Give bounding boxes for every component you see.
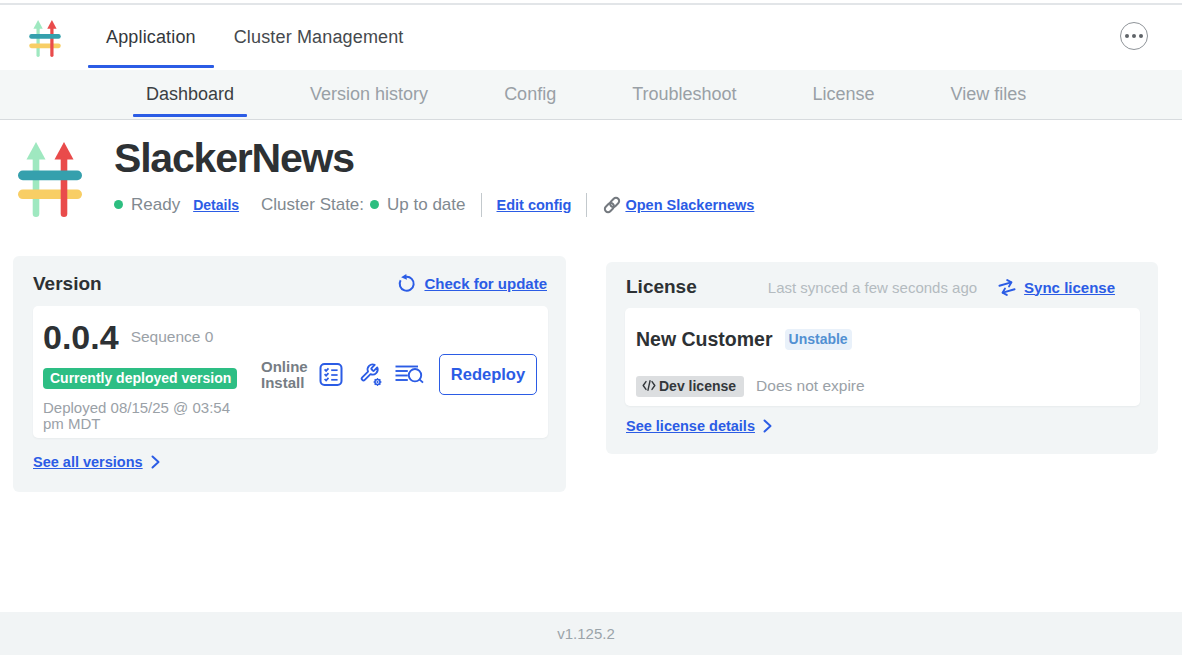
customer-name: New Customer (636, 328, 773, 351)
current-version-panel: 0.0.4 Sequence 0 Currently deployed vers… (33, 306, 548, 438)
app-status-dot (114, 200, 123, 209)
version-card-title: Version (33, 273, 102, 295)
code-icon (642, 380, 656, 391)
view-logs-icon[interactable] (395, 362, 424, 387)
subnav-tab-config[interactable]: Config (491, 70, 569, 119)
deployed-badge: Currently deployed version (43, 368, 237, 389)
license-card-title: License (626, 276, 697, 298)
page: Application Cluster Management Dashboard… (0, 0, 1182, 655)
slackernews-app-logo (18, 142, 82, 217)
console-version: v1.125.2 (557, 625, 615, 642)
see-all-versions-link[interactable]: See all versions (33, 454, 143, 470)
cluster-state-value: Up to date (387, 195, 465, 215)
nav-tab-label: Cluster Management (234, 27, 404, 48)
see-license-details-link[interactable]: See license details (626, 418, 755, 434)
subnav-tab-dashboard[interactable]: Dashboard (133, 70, 247, 119)
version-card-header: Version Check for update (13, 256, 566, 296)
more-menu-button[interactable] (1120, 22, 1148, 50)
license-card: License Last synced a few seconds ago (606, 262, 1158, 454)
edit-config-icon[interactable] (359, 362, 383, 387)
nav-tab-label: Application (106, 27, 196, 48)
main-nav-tabs: Application Cluster Management (88, 5, 422, 71)
chevron-right-icon (151, 455, 160, 469)
refresh-icon (397, 274, 416, 293)
subnav-tab-version-history[interactable]: Version history (297, 70, 441, 119)
divider (586, 193, 587, 217)
slackernews-logo-icon (29, 20, 61, 57)
edit-config-link[interactable]: Edit config (497, 197, 572, 213)
license-card-header: License Last synced a few seconds ago (606, 262, 1158, 302)
cluster-state-dot (370, 200, 379, 209)
ellipsis-icon (1125, 34, 1129, 38)
app-status-row: Ready Details Cluster State: Up to date … (114, 194, 754, 216)
redeploy-button[interactable]: Redeploy (439, 354, 537, 395)
install-type-label: Online Install (261, 359, 308, 390)
deployed-timestamp: Deployed 08/15/25 @ 03:54 pm MDT (43, 400, 243, 431)
chevron-right-icon (763, 419, 772, 433)
subnav-tab-view-files[interactable]: View files (938, 70, 1040, 119)
version-card: Version Check for update 0.0.4 Seque (13, 256, 566, 492)
cluster-state-label: Cluster State: (261, 195, 364, 215)
check-for-update-link[interactable]: Check for update (424, 275, 547, 292)
app-status-label: Ready (131, 195, 180, 215)
subnav-tab-troubleshoot[interactable]: Troubleshoot (619, 70, 749, 119)
sync-license-link[interactable]: Sync license (1024, 279, 1115, 296)
preflight-checks-icon[interactable] (319, 362, 343, 387)
sync-icon (998, 279, 1016, 296)
nav-tab-application[interactable]: Application (88, 5, 214, 71)
nav-tab-cluster-management[interactable]: Cluster Management (216, 5, 422, 71)
open-app: Open Slackernews (602, 195, 754, 215)
divider (481, 193, 482, 217)
channel-badge: Unstable (785, 329, 852, 350)
license-expiry: Does not expire (756, 377, 865, 395)
link-icon (602, 195, 622, 215)
app-subnav: Dashboard Version history Config Trouble… (0, 70, 1182, 120)
footer: v1.125.2 (0, 612, 1182, 655)
license-type-badge: Dev license (636, 376, 744, 397)
details-link[interactable]: Details (193, 197, 239, 213)
open-slackernews-link[interactable]: Open Slackernews (625, 197, 754, 213)
version-sequence: Sequence 0 (131, 328, 214, 346)
version-number: 0.0.4 (43, 318, 119, 357)
subnav-tab-license[interactable]: License (800, 70, 888, 119)
main-content: SlackerNews Ready Details Cluster State:… (0, 121, 1182, 612)
page-title: SlackerNews (114, 135, 354, 182)
last-synced-label: Last synced a few seconds ago (768, 279, 977, 296)
main-navbar: Application Cluster Management (0, 5, 1182, 71)
license-details-panel: New Customer Unstable (625, 308, 1140, 406)
